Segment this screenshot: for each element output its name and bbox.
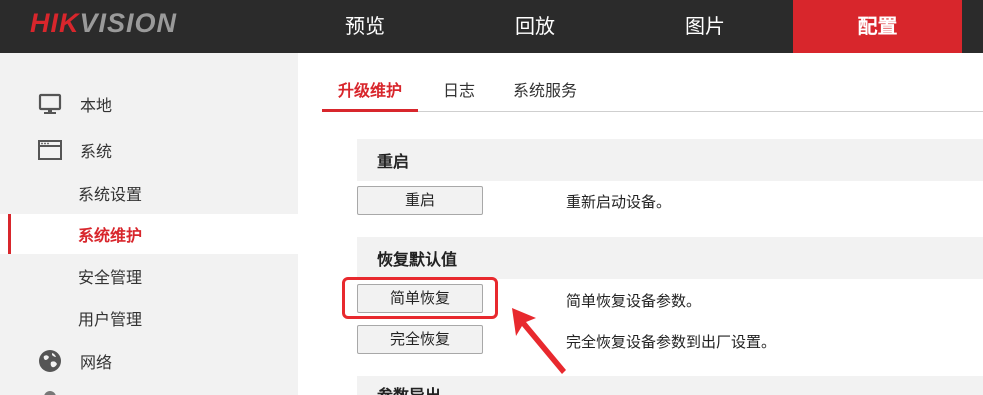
sidebar-item-network[interactable]: 网络 (0, 341, 298, 381)
red-arrow-icon (512, 308, 566, 374)
logo-text-hik: HIK (30, 8, 80, 38)
partial-menu-icon (44, 391, 56, 395)
sidebar-item-system-maintenance[interactable]: 系统维护 (0, 214, 298, 254)
sidebar: 本地 系统 系统设置 系统维护 安全管理 用户管理 网络 (0, 53, 298, 395)
nav-preview[interactable]: 预览 (300, 0, 430, 53)
nav-playback[interactable]: 回放 (470, 0, 600, 53)
section-header-parameter-export: 参数导出 (357, 376, 983, 395)
sidebar-item-local[interactable]: 本地 (0, 84, 298, 124)
tab-upgrade-maintenance[interactable]: 升级维护 (322, 71, 419, 112)
sidebar-item-label: 安全管理 (78, 268, 143, 287)
full-restore-description: 完全恢复设备参数到出厂设置。 (566, 333, 777, 351)
sidebar-item-label: 系统 (80, 142, 113, 161)
sidebar-item-label: 系统设置 (78, 185, 143, 204)
simple-restore-description: 简单恢复设备参数。 (566, 292, 702, 310)
nav-picture[interactable]: 图片 (640, 0, 770, 53)
tab-bar: 升级维护 日志 系统服务 (322, 71, 983, 112)
reboot-button[interactable]: 重启 (357, 186, 483, 215)
full-restore-button[interactable]: 完全恢复 (357, 325, 483, 354)
tab-log[interactable]: 日志 (443, 71, 475, 109)
reboot-description: 重新启动设备。 (566, 193, 672, 211)
section-header-reboot: 重启 (357, 139, 983, 181)
nav-configuration[interactable]: 配置 (793, 0, 962, 53)
sidebar-item-security-management[interactable]: 安全管理 (0, 256, 298, 296)
active-indicator-bar (8, 214, 11, 254)
system-window-icon (38, 140, 62, 160)
sidebar-item-system-settings[interactable]: 系统设置 (0, 173, 298, 213)
logo-text-vision: VISION (79, 8, 178, 38)
top-navigation-bar: HIKVISION 预览 回放 图片 配置 (0, 0, 983, 53)
annotation-highlight-box (342, 277, 498, 319)
sidebar-item-label: 用户管理 (78, 310, 143, 329)
tab-system-service[interactable]: 系统服务 (513, 71, 577, 109)
sidebar-item-system[interactable]: 系统 (0, 130, 298, 170)
sidebar-item-label: 系统维护 (78, 226, 143, 245)
section-header-restore-defaults: 恢复默认值 (357, 237, 983, 279)
section-title: 恢复默认值 (377, 250, 458, 269)
section-title: 参数导出 (377, 382, 441, 395)
globe-icon (39, 350, 61, 372)
sidebar-item-label: 本地 (80, 96, 113, 115)
section-title: 重启 (377, 152, 410, 171)
hikvision-logo: HIKVISION (30, 8, 177, 39)
monitor-icon (38, 93, 62, 114)
sidebar-item-label: 网络 (80, 353, 113, 372)
sidebar-item-user-management[interactable]: 用户管理 (0, 298, 298, 338)
